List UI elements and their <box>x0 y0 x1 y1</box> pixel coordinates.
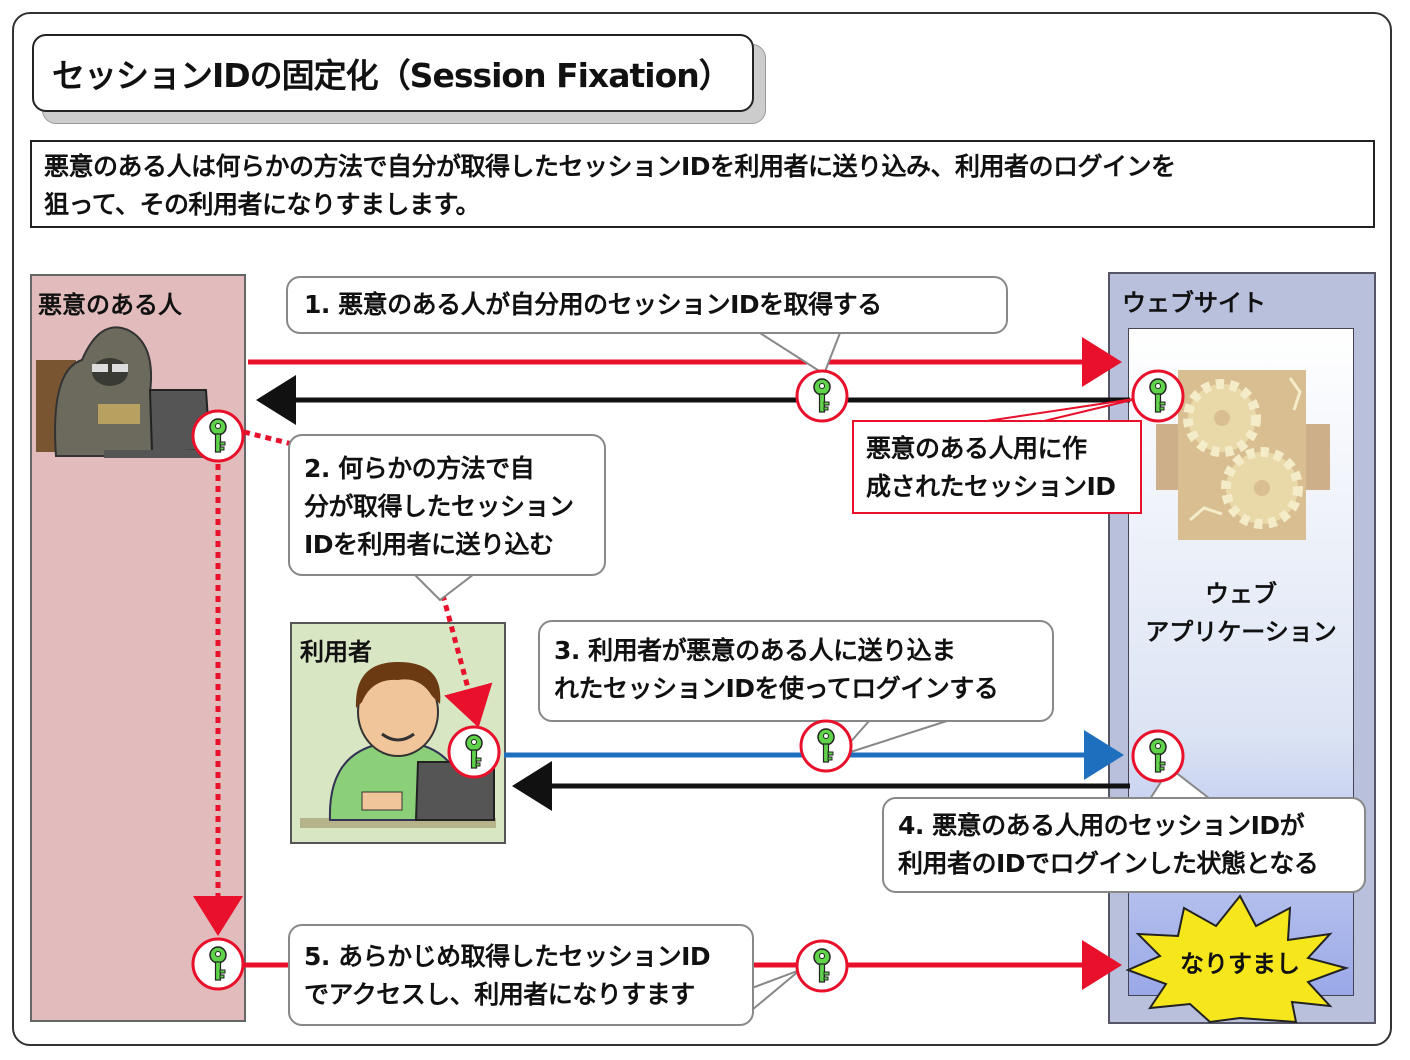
key-icon <box>795 369 849 423</box>
keys <box>191 369 1185 993</box>
key-icon <box>1131 369 1185 423</box>
key-icon <box>447 725 501 779</box>
key-icon <box>795 939 849 993</box>
key-icon <box>191 409 245 463</box>
key-icon <box>1131 729 1185 783</box>
key-icon <box>799 719 853 773</box>
key-icon <box>191 937 245 991</box>
